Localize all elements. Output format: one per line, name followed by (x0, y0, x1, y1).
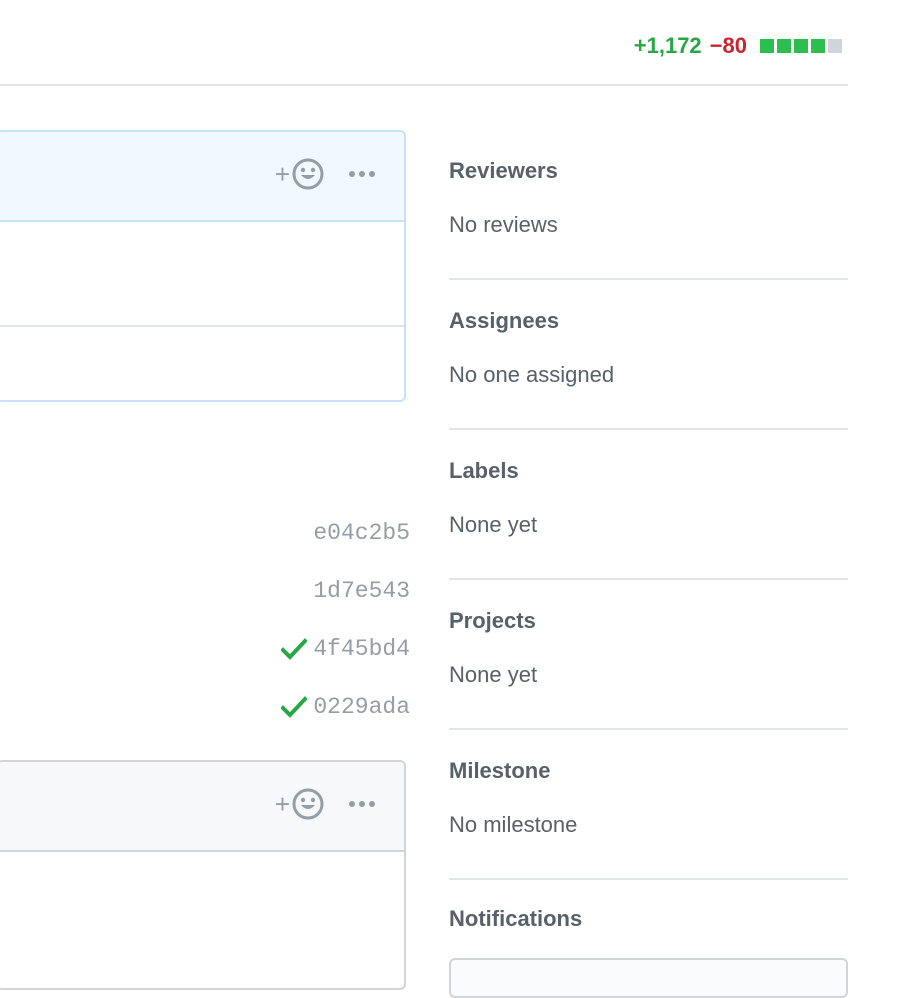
add-reaction-button[interactable]: + (275, 158, 324, 190)
plus-icon: + (274, 159, 290, 189)
commit-item: 4f45bd4 (281, 626, 410, 672)
milestone-heading[interactable]: Milestone (449, 758, 550, 784)
projects-heading[interactable]: Projects (449, 608, 536, 634)
commit-sha[interactable]: e04c2b5 (313, 520, 410, 546)
commit-item: e04c2b5 (313, 510, 410, 556)
comment-box: + (0, 130, 406, 402)
comment-box: + (0, 760, 406, 990)
more-options-button[interactable] (348, 165, 376, 183)
sidebar: Reviewers No reviews Assignees No one as… (449, 130, 848, 880)
reviewers-value: No reviews (449, 212, 558, 237)
notifications-heading: Notifications (449, 906, 583, 931)
diffstat-block (760, 39, 774, 53)
smiley-icon (292, 158, 324, 190)
diffstat-blocks (757, 39, 842, 53)
projects-value: None yet (449, 662, 538, 687)
plus-icon: + (274, 789, 290, 819)
diffstat-deletions: −80 (709, 33, 747, 58)
comment-header: + (0, 762, 404, 852)
subscribe-button[interactable] (449, 958, 848, 998)
reviewers-heading[interactable]: Reviewers (449, 158, 558, 184)
sidebar-reviewers[interactable]: Reviewers No reviews (449, 130, 848, 280)
assignees-heading[interactable]: Assignees (449, 308, 559, 334)
more-options-button[interactable] (348, 795, 376, 813)
labels-value: None yet (449, 512, 538, 537)
comment-divider (0, 325, 404, 327)
diffstat: +1,172 −80 (634, 30, 842, 62)
diffstat-block (777, 39, 791, 53)
kebab-horizontal-icon (349, 801, 375, 807)
diffstat-block (828, 39, 842, 53)
sidebar-labels[interactable]: Labels None yet (449, 430, 848, 580)
commit-item: 1d7e543 (313, 568, 410, 614)
sidebar-milestone[interactable]: Milestone No milestone (449, 730, 848, 880)
commit-sha[interactable]: 4f45bd4 (313, 636, 410, 662)
smiley-icon (292, 788, 324, 820)
diffstat-block (794, 39, 808, 53)
comment-actions: + (275, 788, 376, 820)
sidebar-assignees[interactable]: Assignees No one assigned (449, 280, 848, 430)
comment-actions: + (275, 158, 376, 190)
check-icon[interactable] (281, 638, 308, 660)
diffstat-block (811, 39, 825, 53)
header-divider (0, 84, 848, 86)
milestone-value: No milestone (449, 812, 578, 837)
add-reaction-button[interactable]: + (275, 788, 324, 820)
assignees-value: No one assigned (449, 362, 615, 387)
commit-sha[interactable]: 1d7e543 (313, 578, 410, 604)
diffstat-additions: +1,172 (633, 33, 702, 58)
kebab-horizontal-icon (349, 171, 375, 177)
commit-sha[interactable]: 0229ada (313, 694, 410, 720)
labels-heading[interactable]: Labels (449, 458, 519, 484)
comment-header: + (0, 132, 404, 222)
commit-item: 0229ada (281, 684, 410, 730)
sidebar-projects[interactable]: Projects None yet (449, 580, 848, 730)
check-icon[interactable] (281, 696, 308, 718)
